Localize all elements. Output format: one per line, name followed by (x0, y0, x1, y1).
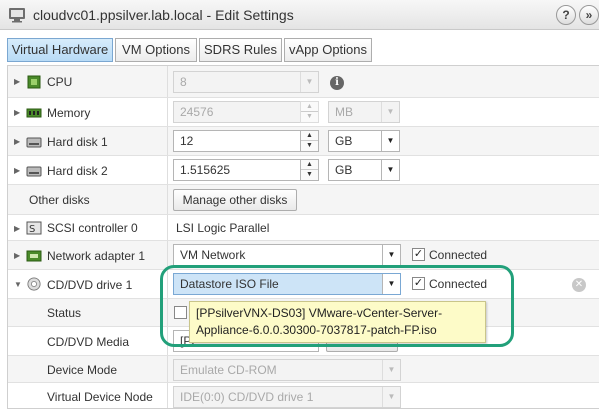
device-mode-label: Device Mode (47, 363, 118, 377)
chevron-down-icon: ▼ (382, 387, 400, 407)
expand-hard-disk-2-icon[interactable]: ▶ (14, 166, 20, 175)
memory-stepper[interactable]: ▲ ▼ (300, 101, 319, 123)
cpu-select[interactable]: 8 ▼ (173, 71, 319, 93)
tooltip-line-1: [PPsilverVNX-DS03] VMware-vCenter-Server… (196, 306, 443, 320)
row-network-adapter: ▶ Network adapter 1 VM Network ▼ ✓ Connec… (8, 241, 599, 270)
other-disks-label: Other disks (29, 193, 90, 207)
network-select[interactable]: VM Network ▼ (173, 244, 401, 266)
memory-input[interactable]: 24576 (173, 101, 319, 123)
chevron-down-icon: ▼ (300, 72, 318, 92)
tab-vm-options[interactable]: VM Options (115, 38, 197, 62)
network-adapter-icon (26, 250, 42, 262)
chevron-down-icon: ▼ (381, 160, 399, 180)
chevron-down-icon: ▼ (382, 245, 400, 265)
vm-icon (9, 8, 25, 23)
chevron-down-icon: ▼ (382, 274, 400, 294)
collapse-cddvd-icon[interactable]: ▼ (14, 280, 22, 289)
expand-button[interactable]: » (579, 5, 599, 25)
cpu-label: CPU (47, 75, 73, 89)
hard-disk-icon (26, 137, 42, 148)
hard-disk-1-label: Hard disk 1 (47, 135, 108, 149)
hard-disk-2-label: Hard disk 2 (47, 164, 108, 178)
row-device-mode: Device Mode Emulate CD-ROM ▼ (8, 356, 599, 383)
manage-other-disks-button[interactable]: Manage other disks (173, 189, 297, 211)
cddvd-icon (27, 277, 41, 291)
cddvd-connected-checkbox[interactable]: ✓ (412, 277, 425, 290)
tooltip-line-2: Appliance-6.0.0.30300-7037817-patch-FP.i… (196, 323, 437, 337)
cddvd-type-select[interactable]: Datastore ISO File ▼ (173, 273, 401, 295)
row-hard-disk-2: ▶ Hard disk 2 1.515625 ▲ ▼ GB ▼ (8, 156, 599, 185)
scsi-controller-value: LSI Logic Parallel (176, 221, 270, 235)
expand-scsi-icon[interactable]: ▶ (14, 224, 20, 233)
hard-disk-1-stepper[interactable]: ▲ ▼ (300, 130, 319, 152)
memory-unit-select[interactable]: MB ▼ (328, 101, 400, 123)
svg-text:S: S (29, 224, 35, 235)
row-virtual-device-node: Virtual Device Node IDE(0:0) CD/DVD driv… (8, 383, 599, 408)
media-path-tooltip: [PPsilverVNX-DS03] VMware-vCenter-Server… (189, 301, 486, 343)
expand-cpu-icon[interactable]: ▶ (14, 77, 20, 86)
row-memory: ▶ Memory 24576 ▲ ▼ MB ▼ (8, 98, 599, 127)
virtual-device-node-label: Virtual Device Node (47, 390, 153, 404)
row-scsi-controller: ▶ S SCSI controller 0 LSI Logic Parallel (8, 215, 599, 241)
chevron-down-icon: ▼ (382, 360, 400, 380)
status-label: Status (47, 306, 82, 320)
hard-disk-2-unit-select[interactable]: GB ▼ (328, 159, 400, 181)
hard-disk-1-unit-select[interactable]: GB ▼ (328, 130, 400, 152)
info-icon[interactable]: i (330, 76, 344, 90)
tab-sdrs-rules[interactable]: SDRS Rules (199, 38, 282, 62)
network-connected-label: Connected (429, 248, 488, 262)
expand-hard-disk-1-icon[interactable]: ▶ (14, 137, 20, 146)
memory-icon (26, 108, 42, 118)
cddvd-media-label: CD/DVD Media (47, 335, 130, 349)
tab-vapp-options[interactable]: vApp Options (284, 38, 372, 62)
scsi-controller-label: SCSI controller 0 (47, 221, 138, 235)
chevron-down-icon: ▼ (381, 102, 399, 122)
cpu-icon (27, 75, 41, 89)
device-mode-select[interactable]: Emulate CD-ROM ▼ (173, 359, 401, 381)
row-cpu: ▶ CPU 8 ▼ i (8, 66, 599, 98)
connect-at-power-on-checkbox[interactable] (174, 306, 187, 319)
window-title: cloudvc01.ppsilver.lab.local - Edit Sett… (33, 7, 294, 23)
expand-memory-icon[interactable]: ▶ (14, 108, 20, 117)
cddvd-connected-label: Connected (429, 277, 488, 291)
virtual-device-node-select[interactable]: IDE(0:0) CD/DVD drive 1 ▼ (173, 386, 401, 408)
virtual-hardware-panel: ▶ CPU 8 ▼ i ▶ Memory 24576 ▲ ▼ MB ▼ ▶ Ha… (7, 65, 599, 409)
network-adapter-label: Network adapter 1 (47, 249, 146, 263)
window-titlebar: cloudvc01.ppsilver.lab.local - Edit Sett… (0, 0, 599, 30)
row-hard-disk-1: ▶ Hard disk 1 12 ▲ ▼ GB ▼ (8, 127, 599, 156)
expand-network-icon[interactable]: ▶ (14, 251, 20, 260)
row-other-disks: Other disks Manage other disks (8, 185, 599, 215)
hard-disk-1-size-input[interactable]: 12 (173, 130, 301, 152)
network-connected-checkbox[interactable]: ✓ (412, 248, 425, 261)
tab-virtual-hardware[interactable]: Virtual Hardware (7, 38, 113, 62)
chevron-down-icon: ▼ (381, 131, 399, 151)
hard-disk-2-stepper[interactable]: ▲ ▼ (300, 159, 319, 181)
hard-disk-2-size-input[interactable]: 1.515625 (173, 159, 301, 181)
hard-disk-icon (26, 166, 42, 177)
cddvd-label: CD/DVD drive 1 (47, 278, 133, 292)
remove-device-icon[interactable]: ✕ (572, 278, 586, 292)
memory-label: Memory (47, 106, 91, 120)
row-cddvd-drive: ▼ CD/DVD drive 1 Datastore ISO File ▼ ✓ C… (8, 270, 599, 299)
help-button[interactable]: ? (556, 5, 576, 25)
scsi-controller-icon: S (26, 221, 42, 235)
